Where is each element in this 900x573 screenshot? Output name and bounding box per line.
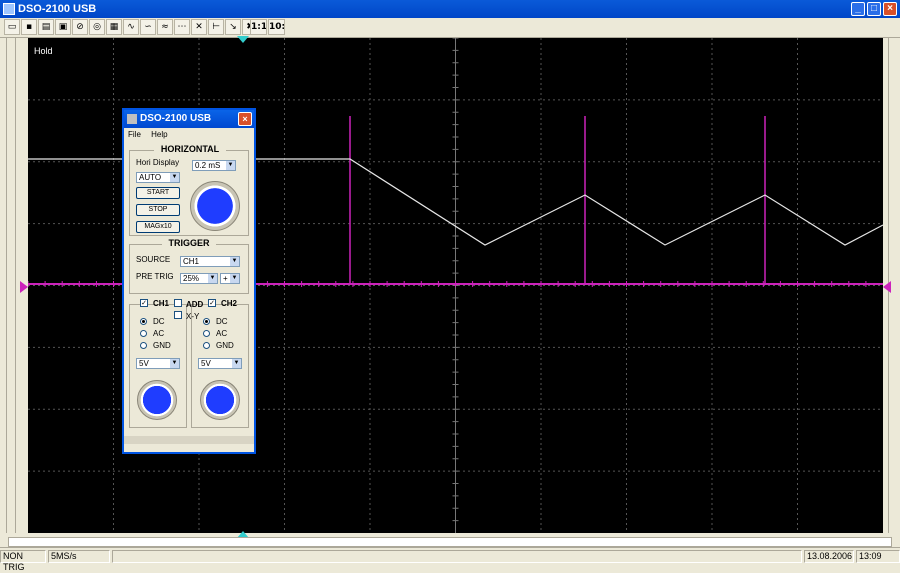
mode-select[interactable]: AUTO ▼ xyxy=(136,172,180,183)
dual-wave-icon[interactable]: ≈ xyxy=(157,19,173,35)
source-label: SOURCE xyxy=(136,255,171,264)
hori-display-label: Hori Display xyxy=(136,158,180,167)
ch2-gnd-radio[interactable] xyxy=(203,342,210,349)
ch2-gnd-label: GND xyxy=(216,341,234,350)
add-label: ADD xyxy=(186,300,204,309)
stop-button[interactable]: STOP xyxy=(136,204,180,216)
horizontal-title: HORIZONTAL xyxy=(154,144,226,154)
open-icon[interactable]: ▭ xyxy=(4,19,20,35)
ch1-checkbox[interactable]: ✓ xyxy=(140,299,148,307)
chevron-down-icon: ▼ xyxy=(232,359,241,368)
dialog-app-icon xyxy=(127,114,137,124)
trigger-position-marker[interactable] xyxy=(236,36,250,44)
ch2-dc-radio[interactable] xyxy=(203,318,210,325)
ch2-label: CH2 xyxy=(221,299,238,308)
chevron-down-icon: ▼ xyxy=(226,161,235,170)
ch2-dc-label: DC xyxy=(216,317,228,326)
left-ruler[interactable] xyxy=(6,38,16,533)
timebase-select[interactable]: 0.2 mS ▼ xyxy=(192,160,236,171)
add-checkbox[interactable] xyxy=(174,299,182,307)
chevron-down-icon: ▼ xyxy=(230,274,239,283)
horizontal-scrollbar[interactable] xyxy=(8,537,892,547)
ch1-dc-label: DC xyxy=(153,317,165,326)
wave-edit-icon[interactable]: ∽ xyxy=(140,19,156,35)
timebase-knob[interactable] xyxy=(190,181,240,231)
zoom-icon[interactable]: ◎ xyxy=(89,19,105,35)
dialog-title-bar: DSO-2100 USB × xyxy=(124,110,254,128)
pretrig-select-value: 25% xyxy=(183,274,200,283)
chevron-down-icon: ▼ xyxy=(170,359,179,368)
chevron-down-icon: ▼ xyxy=(170,173,179,182)
ch2-volts-select[interactable]: 5V ▼ xyxy=(198,358,242,369)
ch1-label: CH1 xyxy=(153,299,170,308)
window-title: DSO-2100 USB xyxy=(18,3,97,15)
ch2-checkbox[interactable]: ✓ xyxy=(208,299,216,307)
grid-icon[interactable]: ▦ xyxy=(106,19,122,35)
ch1-volts-knob[interactable] xyxy=(137,380,177,420)
ch2-volts-knob[interactable] xyxy=(200,380,240,420)
trigger-group xyxy=(129,244,249,294)
menu-help[interactable]: Help xyxy=(151,130,167,139)
dialog-close-button[interactable]: × xyxy=(238,112,252,126)
chevron-down-icon: ▼ xyxy=(208,274,217,283)
ch1-volts-value: 5V xyxy=(139,359,149,368)
ch1-level-marker[interactable] xyxy=(20,281,28,293)
trigger-status: NON TRIG xyxy=(0,550,46,572)
trigger-level-marker[interactable] xyxy=(883,281,891,293)
slope-select[interactable]: + ▼ xyxy=(220,273,240,284)
stop-sign-icon[interactable]: ⊘ xyxy=(72,19,88,35)
control-panel-dialog: DSO-2100 USB × File Help HORIZONTAL Hori… xyxy=(122,108,256,454)
sample-rate: 5MS/s xyxy=(48,550,110,563)
xy-label: X-Y xyxy=(186,312,200,321)
dialog-status-strip xyxy=(124,436,254,444)
status-bar: NON TRIG 5MS/s 13.08.2006 13:09 xyxy=(0,547,900,572)
pretrig-label: PRE TRIG xyxy=(136,272,174,281)
source-select-value: CH1 xyxy=(183,257,200,266)
close-button[interactable]: × xyxy=(883,2,897,16)
save-icon[interactable]: ▪ xyxy=(21,19,37,35)
timebase-select-value: 0.2 mS xyxy=(195,161,221,170)
start-button[interactable]: START xyxy=(136,187,180,199)
ch1-gnd-label: GND xyxy=(153,341,171,350)
maximize-button[interactable]: □ xyxy=(867,2,881,16)
cursor-icon[interactable]: ↘ xyxy=(225,19,241,35)
app-icon xyxy=(3,3,15,15)
measure-icon[interactable]: ⊢ xyxy=(208,19,224,35)
status-empty-pane xyxy=(112,550,802,563)
slope-select-value: + xyxy=(223,274,228,283)
ch2-volts-value: 5V xyxy=(201,359,211,368)
ch1-dc-radio[interactable] xyxy=(140,318,147,325)
title-bar: DSO-2100 USB _ □ × xyxy=(0,0,900,18)
sine-wave-icon[interactable]: ∿ xyxy=(123,19,139,35)
ch1-ac-radio[interactable] xyxy=(140,330,147,337)
ch1-volts-select[interactable]: 5V ▼ xyxy=(136,358,180,369)
ratio-1-1-button[interactable]: 1:1 xyxy=(250,19,267,35)
print-icon[interactable]: ▤ xyxy=(38,19,54,35)
device-icon[interactable]: ▣ xyxy=(55,19,71,35)
dots-icon[interactable]: ⋯ xyxy=(174,19,190,35)
trigger-title: TRIGGER xyxy=(162,238,216,248)
toolbar: ▭ ▪ ▤ ▣ ⊘ ◎ ▦ ∿ ∽ ≈ ⋯ ✕ ⊢ ↘ ✖ 1:1 10:1 xyxy=(0,18,900,38)
chevron-down-icon: ▼ xyxy=(230,257,239,266)
minimize-button[interactable]: _ xyxy=(851,2,865,16)
dialog-menu-bar: File Help xyxy=(124,128,254,142)
source-select[interactable]: CH1 ▼ xyxy=(180,256,240,267)
cross-icon[interactable]: ✕ xyxy=(191,19,207,35)
mag-x10-button[interactable]: MAGx10 xyxy=(136,221,180,233)
ch2-ac-radio[interactable] xyxy=(203,330,210,337)
ch1-gnd-radio[interactable] xyxy=(140,342,147,349)
status-date: 13.08.2006 xyxy=(804,550,854,563)
pretrig-select[interactable]: 25% ▼ xyxy=(180,273,218,284)
menu-file[interactable]: File xyxy=(128,130,141,139)
xy-checkbox[interactable] xyxy=(174,311,182,319)
ratio-10-1-button[interactable]: 10:1 xyxy=(268,19,285,35)
dialog-title: DSO-2100 USB xyxy=(140,113,212,124)
ch1-ac-label: AC xyxy=(153,329,165,338)
status-time: 13:09 xyxy=(856,550,900,563)
ch2-ac-label: AC xyxy=(216,329,228,338)
mode-select-value: AUTO xyxy=(139,173,162,182)
